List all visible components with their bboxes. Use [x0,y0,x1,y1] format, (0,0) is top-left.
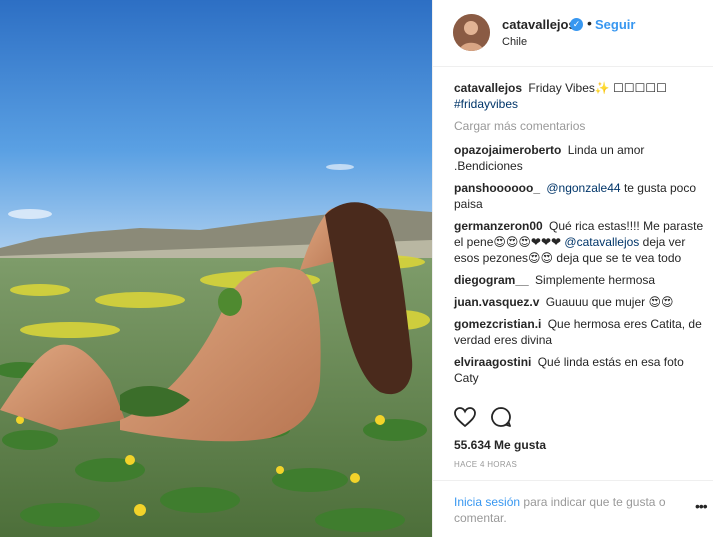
comment-username[interactable]: germanzeron00 [454,219,543,233]
list-item: diegogram__ Simplemente hermosa [454,272,704,288]
post-photo[interactable] [0,0,432,537]
post-header: catavallejos ✓ • Seguir Chile [433,0,713,67]
comment-username[interactable]: juan.vasquez.v [454,295,539,309]
load-more-comments-button[interactable]: Cargar más comentarios [454,118,704,134]
caption-hashtag[interactable]: #fridayvibes [454,97,518,111]
login-link[interactable]: Inicia sesión [454,495,520,509]
username-link[interactable]: catavallejos [502,17,576,32]
post-side-panel: catavallejos ✓ • Seguir Chile catavallej… [432,0,713,537]
follow-button[interactable]: Seguir [595,17,635,32]
avatar[interactable] [453,14,490,51]
list-item: juan.vasquez.v Guauuu que mujer 😍😍 [454,294,704,310]
caption: catavallejos Friday Vibes✨ ☐☐☐☐☐ #friday… [454,80,704,112]
comments-list: catavallejos Friday Vibes✨ ☐☐☐☐☐ #friday… [454,80,704,392]
list-item: germanzeron00 Qué rica estas!!!! Me para… [454,218,704,266]
separator-dot: • [587,15,592,31]
verified-badge-icon: ✓ [570,18,583,31]
location-link[interactable]: Chile [502,36,527,48]
caption-text: Friday Vibes✨ ☐☐☐☐☐ [528,81,667,95]
more-options-icon[interactable]: ••• [695,498,708,514]
photo-illustration [0,0,432,537]
comment-username[interactable]: diegogram__ [454,273,529,287]
login-prompt-text: Inicia sesión para indicar que te gusta … [454,494,690,526]
comment-text: Guauuu que mujer 😍😍 [545,295,674,309]
list-item: gomezcristian.i Que hermosa eres Catita,… [454,316,704,348]
list-item: opazojaimeroberto Linda un amor .Bendici… [454,142,704,174]
likes-count[interactable]: 55.634 Me gusta [454,438,546,452]
comment-username[interactable]: gomezcristian.i [454,317,541,331]
action-bar [453,405,703,433]
timestamp[interactable]: HACE 4 HORAS [454,460,517,469]
comment-username[interactable]: panshoooooo_ [454,181,540,195]
heart-icon[interactable] [453,405,479,431]
comment-bubble-icon[interactable] [489,405,515,431]
comment-username[interactable]: opazojaimeroberto [454,143,561,157]
list-item: elviraagostini Qué linda estás en esa fo… [454,354,704,386]
login-prompt: Inicia sesión para indicar que te gusta … [433,480,713,537]
caption-username[interactable]: catavallejos [454,81,522,95]
list-item: panshoooooo_ @ngonzale44 te gusta poco p… [454,180,704,212]
comment-mention[interactable]: @ngonzale44 [546,181,620,195]
comment-mention[interactable]: @catavallejos [564,235,639,249]
comment-text: Simplemente hermosa [535,273,656,287]
comment-username[interactable]: elviraagostini [454,355,531,369]
